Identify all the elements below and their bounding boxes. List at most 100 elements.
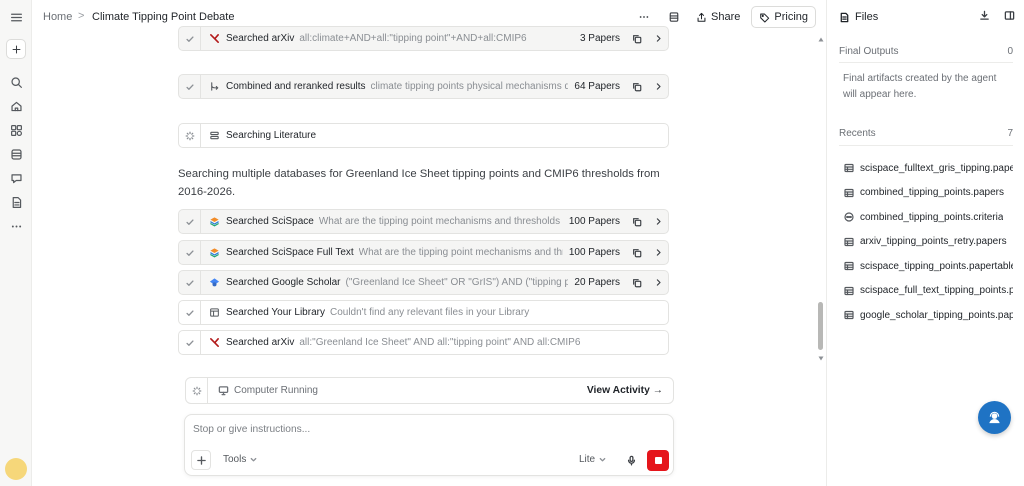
more-options-icon[interactable] [633, 6, 655, 28]
step-searched-your-library[interactable]: Searched Your Library Couldn't find any … [178, 300, 669, 325]
step-searched-arxiv-1[interactable]: Searched arXiv all:climate+AND+all:"tipp… [178, 26, 669, 51]
file-name: combined_tipping_points.papers [860, 187, 1004, 199]
list-item[interactable]: combined_tipping_points.criteria [843, 205, 1013, 230]
divider [839, 62, 1013, 63]
breadcrumb-home[interactable]: Home [43, 11, 72, 23]
page-title: Climate Tipping Point Debate [92, 11, 235, 23]
step-count: 64 Papers [574, 81, 620, 92]
final-outputs-header: Final Outputs 0 [839, 46, 1013, 57]
copy-icon[interactable] [626, 278, 648, 288]
view-activity-link[interactable]: View Activity → [587, 385, 663, 396]
copy-icon[interactable] [626, 217, 648, 227]
table-icon [843, 187, 854, 198]
step-searched-arxiv-2[interactable]: Searched arXiv all:"Greenland Ice Sheet"… [178, 330, 669, 355]
share-button[interactable]: Share [693, 6, 743, 28]
step-label: Searched Your Library [226, 307, 325, 318]
step-combined-reranked[interactable]: Combined and reranked results climate ti… [178, 74, 669, 99]
copy-icon[interactable] [626, 248, 648, 258]
chevron-right-icon[interactable] [648, 278, 668, 287]
recents-label: Recents [839, 128, 876, 139]
list-item[interactable]: scispace_fulltext_gris_tipping.papers [843, 156, 1013, 181]
mode-dropdown[interactable]: Lite [579, 454, 606, 465]
file-name: scispace_tipping_points.papertable [860, 260, 1013, 272]
apps-icon[interactable] [8, 122, 24, 138]
files-panel-title: Files [855, 11, 879, 23]
file-name: scispace_full_text_tipping_points.papers [860, 285, 1013, 297]
step-label: Searched arXiv [226, 337, 295, 348]
more-icon[interactable] [8, 218, 24, 234]
library-icon [206, 307, 222, 318]
instruction-composer: Tools Lite [184, 414, 674, 476]
check-icon [179, 27, 201, 50]
instruction-input[interactable] [193, 424, 653, 435]
stop-button[interactable] [647, 450, 669, 471]
step-label: Searched arXiv [226, 33, 295, 44]
check-icon [179, 301, 201, 324]
file-name: scispace_fulltext_gris_tipping.papers [860, 162, 1013, 174]
list-item[interactable]: combined_tipping_points.papers [843, 181, 1013, 206]
spinner-icon [179, 124, 201, 147]
step-searched-scispace-fulltext[interactable]: Searched SciSpace Full Text What are the… [178, 240, 669, 265]
step-count: 3 Papers [579, 33, 620, 44]
scroll-thumb[interactable] [818, 302, 823, 350]
document-icon[interactable] [8, 194, 24, 210]
file-name: arxiv_tipping_points_retry.papers [860, 236, 1007, 248]
step-query: ("Greenland Ice Sheet" OR "GrIS") AND ("… [345, 277, 569, 288]
pricing-button[interactable]: Pricing [751, 6, 816, 28]
share-label: Share [711, 11, 741, 23]
menu-icon[interactable] [8, 9, 24, 25]
microphone-icon[interactable] [623, 452, 639, 468]
copy-icon[interactable] [626, 34, 648, 44]
step-searched-google-scholar[interactable]: Searched Google Scholar ("Greenland Ice … [178, 270, 669, 295]
chevron-right-icon[interactable] [648, 82, 668, 91]
scroll-up-icon[interactable] [818, 37, 824, 42]
help-support-button[interactable] [978, 401, 1011, 434]
main-content: Searched arXiv all:climate+AND+all:"tipp… [32, 26, 816, 486]
step-searching-literature[interactable]: Searching Literature [178, 123, 669, 148]
step-label: Combined and reranked results [226, 81, 366, 92]
scroll-down-icon[interactable] [818, 356, 824, 361]
arxiv-icon [206, 337, 222, 348]
computer-running-label: Computer Running [234, 385, 318, 396]
add-attachment-button[interactable] [191, 450, 211, 470]
support-agent-icon [989, 411, 1000, 424]
table-icon [843, 236, 854, 247]
step-searched-scispace[interactable]: Searched SciSpace What are the tipping p… [178, 209, 669, 234]
step-count: 100 Papers [568, 247, 620, 258]
main-scrollbar[interactable] [816, 34, 826, 366]
library-icon[interactable] [8, 146, 24, 162]
file-icon [840, 12, 849, 22]
arxiv-icon [206, 33, 222, 44]
list-item[interactable]: arxiv_tipping_points_retry.papers [843, 230, 1013, 255]
final-outputs-count: 0 [1007, 46, 1013, 57]
home-icon[interactable] [8, 98, 24, 114]
copy-icon[interactable] [626, 82, 648, 92]
list-item[interactable]: google_scholar_tipping_points.papers [843, 303, 1013, 328]
check-icon [179, 331, 201, 354]
new-chat-button[interactable] [6, 39, 26, 59]
chat-icon[interactable] [8, 170, 24, 186]
table-icon [843, 310, 854, 321]
list-item[interactable]: scispace_full_text_tipping_points.papers [843, 279, 1013, 304]
step-label: Searched Google Scholar [226, 277, 341, 288]
stop-icon [654, 457, 662, 464]
step-query: all:"Greenland Ice Sheet" AND all:"tippi… [299, 337, 581, 348]
file-name: combined_tipping_points.criteria [860, 211, 1004, 223]
search-icon[interactable] [8, 74, 24, 90]
user-avatar[interactable] [5, 458, 27, 480]
chevron-right-icon[interactable] [648, 217, 668, 226]
download-icon[interactable] [979, 10, 990, 21]
step-label: Searching Literature [226, 130, 317, 141]
dots-circle-icon [843, 212, 854, 223]
status-paragraph: Searching multiple databases for Greenla… [178, 168, 660, 198]
panel-toggle-icon[interactable] [1004, 10, 1015, 21]
list-item[interactable]: scispace_tipping_points.papertable [843, 254, 1013, 279]
tools-dropdown[interactable]: Tools [223, 454, 257, 465]
check-icon [179, 241, 201, 264]
chevron-right-icon[interactable] [648, 248, 668, 257]
database-icon[interactable] [663, 6, 685, 28]
breadcrumb-separator: > [78, 10, 85, 22]
spinner-icon [186, 378, 208, 403]
chevron-right-icon[interactable] [648, 34, 668, 43]
computer-running-bar: Computer Running View Activity → [185, 377, 674, 404]
